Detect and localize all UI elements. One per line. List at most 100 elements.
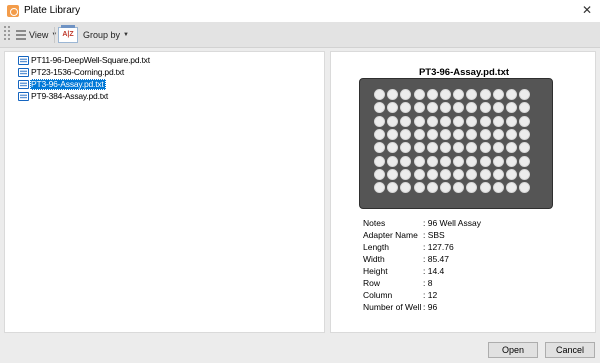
file-list-item-selected[interactable]: PT3-96-Assay.pd.txt <box>18 79 106 90</box>
plate-well <box>400 168 412 180</box>
plate-well <box>466 115 478 127</box>
plate-well <box>519 155 531 167</box>
property-value: : 12 <box>423 290 438 300</box>
file-list-item[interactable]: PT9-384-Assay.pd.txt <box>18 91 110 102</box>
chevron-down-icon: ▼ <box>123 32 129 38</box>
property-key: Width <box>363 254 385 264</box>
plate-file-icon <box>18 68 29 77</box>
plate-well <box>492 155 504 167</box>
plate-well <box>440 89 451 100</box>
plate-well <box>440 115 451 127</box>
plate-well <box>440 102 451 114</box>
plate-well <box>506 155 517 167</box>
plate-file-icon <box>18 80 29 89</box>
plate-well <box>506 168 517 180</box>
plate-well <box>387 128 399 140</box>
plate-well <box>519 89 531 100</box>
plate-well <box>374 102 385 114</box>
plate-well <box>506 182 517 194</box>
file-name: PT11-96-DeepWell-Square.pd.txt <box>31 55 150 65</box>
plate-well <box>387 89 399 100</box>
plate-well <box>426 128 438 140</box>
open-button[interactable]: Open <box>488 342 538 358</box>
plate-well <box>466 102 478 114</box>
plate-well <box>387 142 399 154</box>
plate-well <box>387 115 399 127</box>
plate-well <box>479 102 491 114</box>
property-key: Length <box>363 242 389 252</box>
file-name: PT23-1536-Corning.pd.txt <box>31 67 125 77</box>
plate-well <box>413 102 425 114</box>
property-value: : 96 <box>423 302 438 312</box>
plate-well <box>479 142 491 154</box>
plate-well <box>453 89 465 100</box>
plate-well <box>413 115 425 127</box>
toolbar-grip-icon[interactable] <box>4 26 14 44</box>
close-button[interactable]: ✕ <box>574 0 600 22</box>
plate-well <box>374 155 385 167</box>
plate-well <box>400 142 412 154</box>
plate-well <box>492 115 504 127</box>
plate-well <box>466 89 478 100</box>
plate-well <box>426 89 438 100</box>
plate-well <box>387 168 399 180</box>
plate-well <box>506 115 517 127</box>
view-list-icon <box>16 29 26 41</box>
plate-well <box>479 115 491 127</box>
plate-well <box>479 168 491 180</box>
plate-well <box>453 182 465 194</box>
plate-well <box>387 102 399 114</box>
plate-well <box>400 182 412 194</box>
plate-well <box>492 102 504 114</box>
plate-well <box>413 155 425 167</box>
plate-well <box>374 142 385 154</box>
view-button[interactable]: View ▼ <box>16 26 57 44</box>
plate-well <box>426 168 438 180</box>
file-name: PT3-96-Assay.pd.txt <box>30 79 106 90</box>
plate-well <box>374 115 385 127</box>
plate-well <box>519 182 531 194</box>
plate-well <box>492 168 504 180</box>
plate-well <box>413 89 425 100</box>
cancel-button[interactable]: Cancel <box>545 342 595 358</box>
file-list-item[interactable]: PT23-1536-Corning.pd.txt <box>18 67 126 78</box>
plate-well <box>492 89 504 100</box>
plate-well <box>453 142 465 154</box>
plate-file-icon <box>18 92 29 101</box>
plate-well <box>374 128 385 140</box>
plate-well <box>466 128 478 140</box>
plate-well <box>453 102 465 114</box>
plate-well <box>413 142 425 154</box>
property-value: : 8 <box>423 278 433 288</box>
plate-well <box>479 182 491 194</box>
plate-well <box>453 115 465 127</box>
file-list-item[interactable]: PT11-96-DeepWell-Square.pd.txt <box>18 55 152 66</box>
plate-well <box>492 128 504 140</box>
plate-well <box>453 128 465 140</box>
property-value: : 127.76 <box>423 242 454 252</box>
plate-well <box>479 89 491 100</box>
plate-well <box>440 155 451 167</box>
plate-well <box>519 102 531 114</box>
plate-well <box>400 89 412 100</box>
plate-well <box>506 128 517 140</box>
plate-file-list[interactable]: PT11-96-DeepWell-Square.pd.txt PT23-1536… <box>4 51 325 333</box>
property-key: Notes <box>363 218 386 228</box>
app-icon <box>7 5 19 17</box>
plate-well <box>519 115 531 127</box>
plate-well <box>426 155 438 167</box>
plate-well <box>440 128 451 140</box>
property-value: : 85.47 <box>423 254 449 264</box>
group-by-button[interactable]: A|Z Group by ▼ <box>58 25 129 44</box>
plate-well <box>492 182 504 194</box>
plate-well <box>440 182 451 194</box>
plate-well <box>519 168 531 180</box>
property-value: : 14.4 <box>423 266 445 276</box>
plate-well <box>374 89 385 100</box>
property-key: Row <box>363 278 381 288</box>
plate-well <box>426 182 438 194</box>
file-name: PT9-384-Assay.pd.txt <box>31 91 109 101</box>
plate-well <box>400 128 412 140</box>
plate-well <box>426 102 438 114</box>
plate-diagram <box>359 78 553 209</box>
